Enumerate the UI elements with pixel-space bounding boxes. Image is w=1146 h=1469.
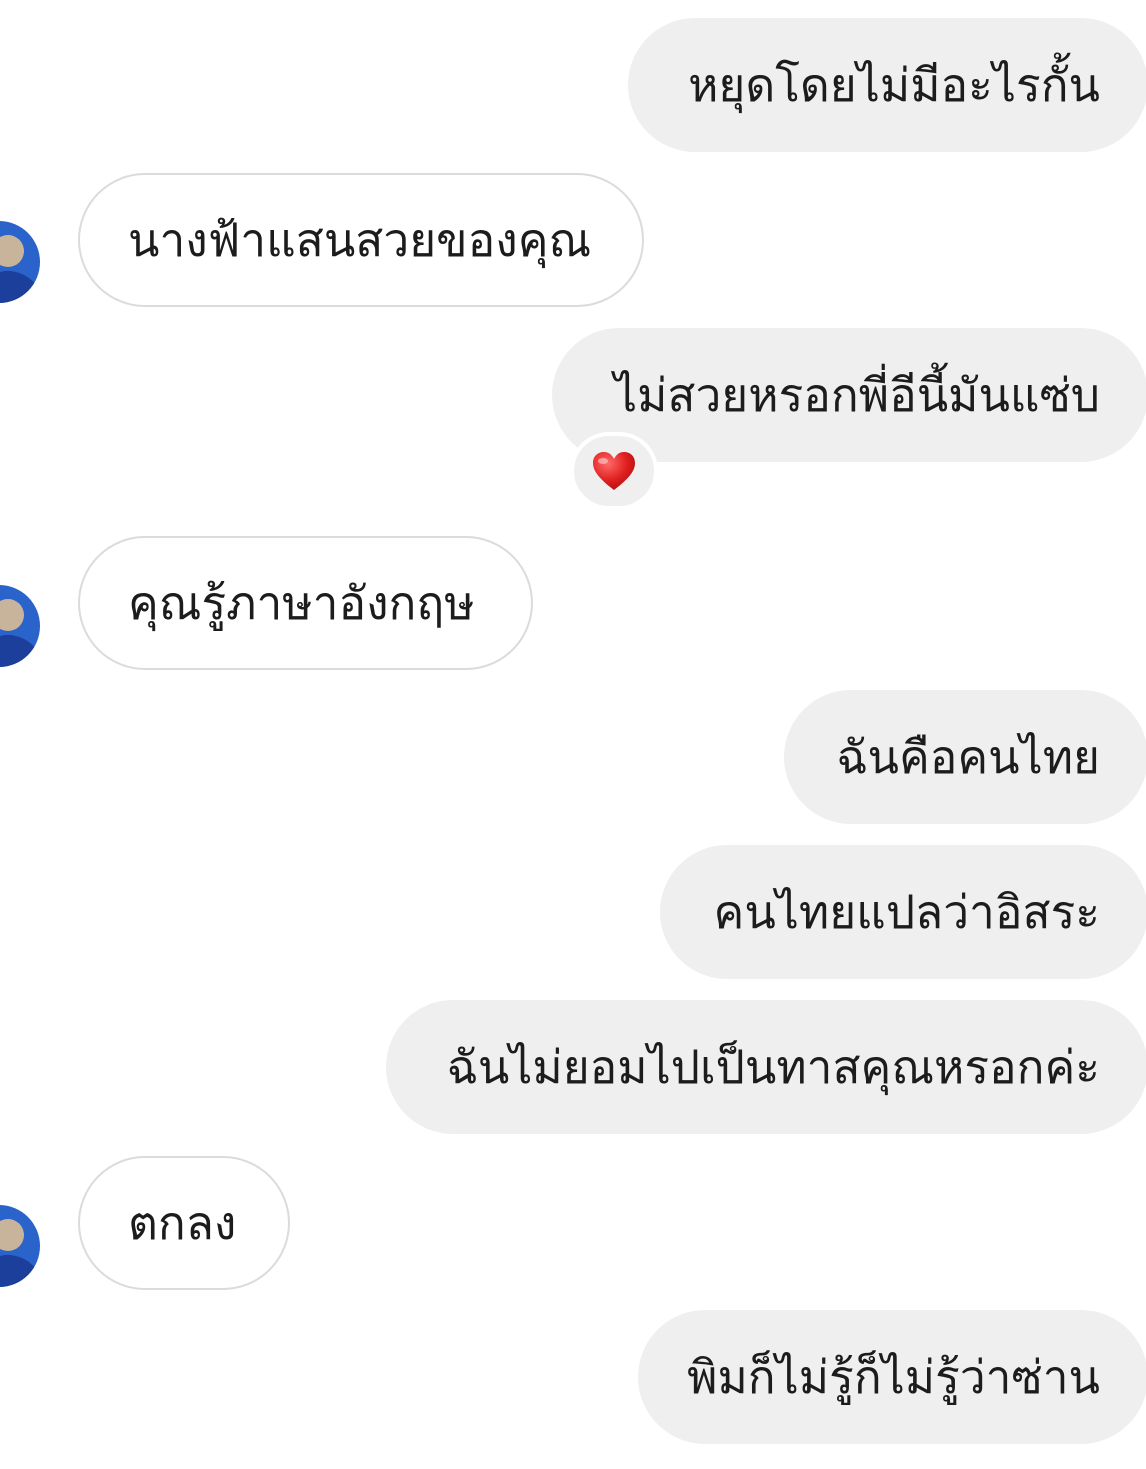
message-text: ฉันไม่ยอมไปเป็นทาสคุณหรอกค่ะ (446, 1040, 1100, 1094)
message-bubble-incoming[interactable]: คุณรู้ภาษาอังกฤษ (78, 536, 533, 670)
user-avatar[interactable] (0, 221, 40, 303)
message-bubble-outgoing[interactable]: หยุดโดยไม่มีอะไรกั้น (628, 18, 1146, 152)
reaction-badge[interactable] (570, 432, 658, 510)
user-avatar[interactable] (0, 1205, 40, 1287)
message-bubble-outgoing[interactable]: พิมก็ไม่รู้ก็ไม่รู้ว่าซ่าน (638, 1310, 1146, 1444)
message-text: คุณรู้ภาษาอังกฤษ (128, 576, 475, 630)
message-bubble-outgoing[interactable]: ฉันคือคนไทย (784, 690, 1146, 824)
user-avatar[interactable] (0, 585, 40, 667)
message-text: คนไทยแปลว่าอิสระ (713, 885, 1100, 939)
message-text: นางฟ้าแสนสวยของคุณ (128, 213, 592, 267)
message-text: พิมก็ไม่รู้ก็ไม่รู้ว่าซ่าน (687, 1350, 1100, 1404)
message-bubble-incoming[interactable]: นางฟ้าแสนสวยของคุณ (78, 173, 644, 307)
message-text: ฉันคือคนไทย (836, 730, 1100, 784)
avatar-image (0, 1205, 40, 1287)
message-text: ตกลง (128, 1196, 237, 1250)
avatar-image (0, 585, 40, 667)
message-text: หยุดโดยไม่มีอะไรกั้น (688, 58, 1100, 112)
avatar-image (0, 221, 40, 303)
message-bubble-outgoing[interactable]: คนไทยแปลว่าอิสระ (660, 845, 1146, 979)
message-bubble-outgoing[interactable]: ฉันไม่ยอมไปเป็นทาสคุณหรอกค่ะ (386, 1000, 1146, 1134)
message-bubble-incoming[interactable]: ตกลง (78, 1156, 290, 1290)
chat-thread: { "messages": [ {"direction": "outgoing"… (0, 0, 1146, 1469)
heart-icon (593, 452, 635, 490)
message-text: ไม่สวยหรอกพี่อีนี้มันแซ่บ (613, 368, 1100, 422)
